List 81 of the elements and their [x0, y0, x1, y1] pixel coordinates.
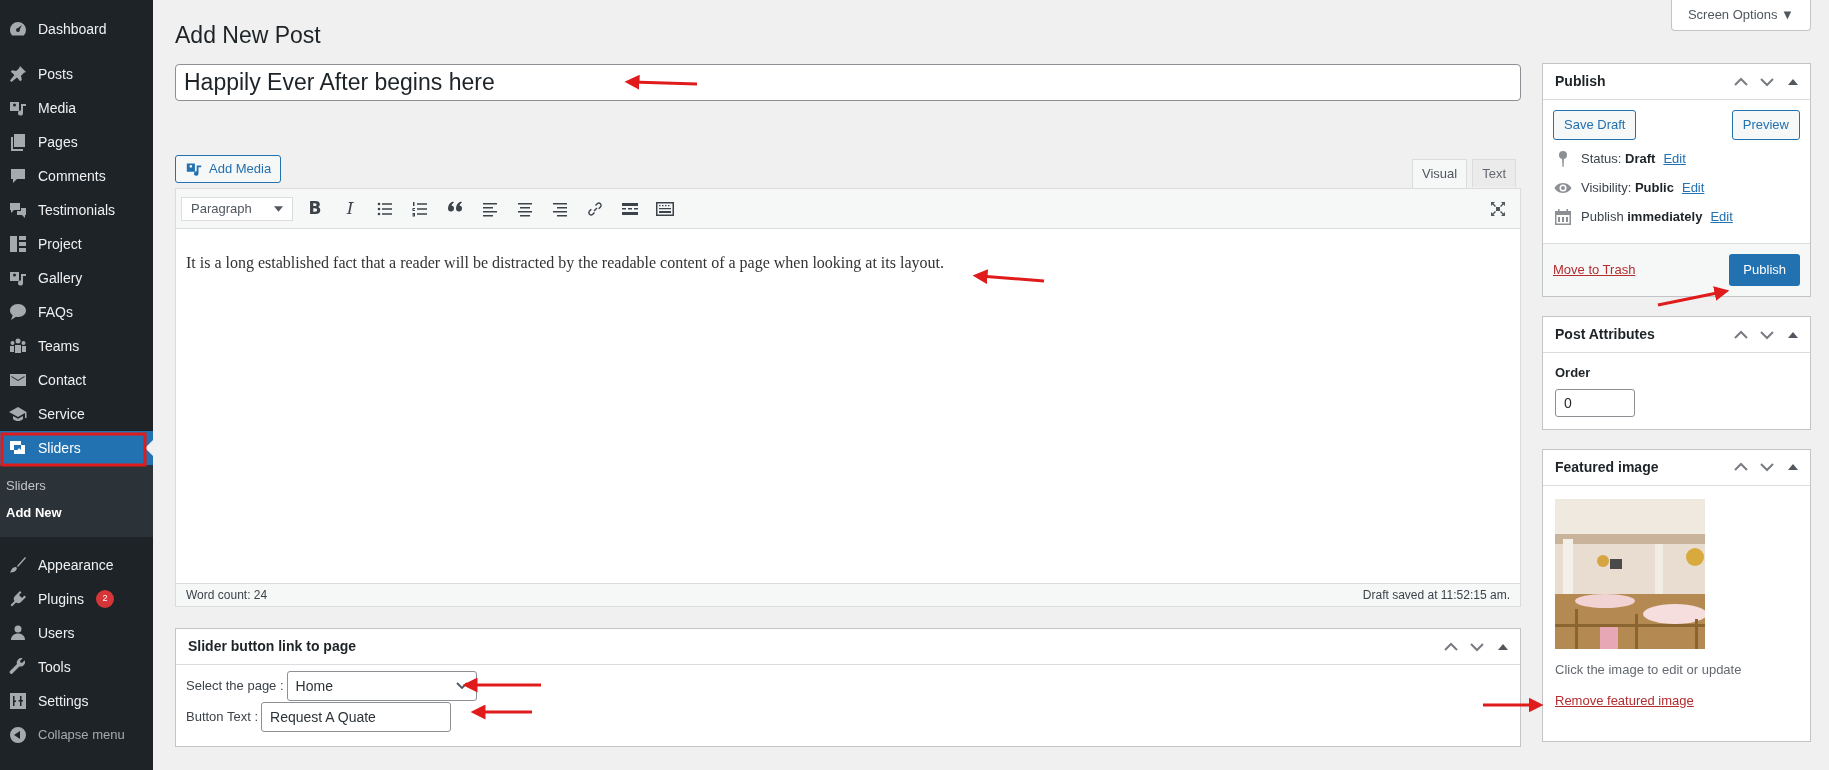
collapse-icon [8, 725, 28, 745]
format-select[interactable]: Paragraph [181, 196, 293, 221]
menu-item[interactable]: Dashboard [0, 12, 153, 46]
editor-content: It is a long established fact that a reader will be distracted by the readable content of a page when looking at its layout. [186, 253, 945, 274]
chat-bubbles-icon [8, 200, 28, 220]
page-title: Add New Post [175, 21, 322, 50]
edit-link[interactable]: Edit [1663, 148, 1686, 169]
order-field[interactable]: 0 [1555, 388, 1635, 417]
save-draft-button[interactable]: Save Draft [1553, 110, 1637, 140]
publish-button[interactable]: Publish [1729, 254, 1800, 286]
menu-item[interactable]: Media [0, 91, 153, 125]
menu-item[interactable]: Testimonials [0, 193, 153, 227]
draft-saved-status: Draft saved at 11:52:15 am. [1362, 587, 1510, 604]
collapse-triangle-icon [1498, 643, 1508, 650]
pages-icon [8, 132, 28, 152]
wrench-icon [8, 657, 28, 677]
menu-item[interactable]: Comments [0, 159, 153, 193]
menu-item[interactable]: FAQs [0, 295, 153, 329]
page-select[interactable]: Home [286, 671, 477, 701]
edit-link[interactable]: Edit [1710, 206, 1733, 227]
editor-tab[interactable]: Visual [1411, 159, 1468, 188]
post-title-field[interactable]: Happily Ever After begins here [175, 64, 1521, 101]
collapse-triangle-icon [1788, 331, 1798, 338]
calendar-icon [1553, 206, 1573, 227]
word-count: Word count: 24 [186, 587, 268, 604]
menu-item[interactable]: Tools [0, 650, 153, 684]
menu-item[interactable]: Project [0, 227, 153, 261]
layout-icon [8, 234, 28, 254]
move-to-trash-link[interactable]: Move to Trash [1553, 260, 1636, 280]
fullscreen-icon [1490, 200, 1506, 217]
add-media-button[interactable]: Add Media [175, 155, 282, 183]
submenu-item[interactable]: Add New [0, 499, 153, 526]
settings-icon [8, 691, 28, 711]
graduation-cap-icon [8, 404, 28, 424]
comment-icon [8, 166, 28, 186]
meta-text: Publish immediately [1581, 207, 1703, 226]
box-title: Featured image [1555, 457, 1659, 477]
menu-item[interactable]: Teams [0, 329, 153, 363]
preview-button[interactable]: Preview [1731, 110, 1800, 140]
menu-item[interactable]: Contact [0, 363, 153, 397]
menu-item[interactable]: Users [0, 616, 153, 650]
annotation-arrow [1483, 697, 1544, 713]
meta-text: Status: Draft [1581, 149, 1656, 168]
field-label: Button Text : [186, 708, 259, 727]
collapse-triangle-icon [1788, 78, 1798, 85]
remove-featured-image-link[interactable]: Remove featured image [1555, 691, 1798, 711]
user-icon [8, 623, 28, 643]
edit-link[interactable]: Edit [1681, 177, 1705, 198]
pin-icon [8, 64, 28, 84]
box-title: Post Attributes [1555, 325, 1655, 344]
field-label: Order [1555, 364, 1592, 382]
menu-item[interactable]: Appearance [0, 548, 153, 582]
brush-icon [8, 555, 28, 575]
submenu-item[interactable]: Sliders [0, 472, 153, 499]
plug-icon [8, 589, 28, 609]
current-pointer-icon [145, 440, 153, 456]
menu-item[interactable]: Service [0, 397, 153, 431]
bold-button[interactable]: B [302, 195, 328, 222]
italic-button[interactable]: I [337, 195, 363, 222]
people-icon [8, 336, 28, 356]
button-text-field[interactable]: Request A Quate [261, 702, 452, 732]
menu-item[interactable]: Gallery [0, 261, 153, 295]
field-label: Select the page : [186, 677, 284, 696]
screen-options-button[interactable]: Screen Options ▼ [1670, 0, 1811, 31]
chat-dots-icon [8, 302, 28, 322]
chevron-down-icon [455, 682, 468, 690]
count-badge: 2 [95, 590, 114, 608]
collapse-triangle-icon [1788, 464, 1798, 470]
box-title: Slider button link to page [188, 637, 356, 656]
collapse-menu-button[interactable]: Collapse menu [0, 718, 153, 752]
box-title: Publish [1555, 72, 1606, 91]
menu-item[interactable]: Posts [0, 57, 153, 91]
gauge-icon [8, 19, 28, 39]
editor-tab[interactable]: Text [1472, 159, 1516, 187]
meta-text: Visibility: Public [1581, 178, 1674, 197]
menu-item[interactable]: Pages [0, 125, 153, 159]
menu-item[interactable]: Plugins 2 [0, 582, 153, 616]
annotation-arrow [470, 704, 532, 720]
dropdown-caret-icon [274, 205, 283, 212]
image-hint: Click the image to edit or update [1555, 660, 1743, 679]
menu-item[interactable]: Settings [0, 684, 153, 718]
